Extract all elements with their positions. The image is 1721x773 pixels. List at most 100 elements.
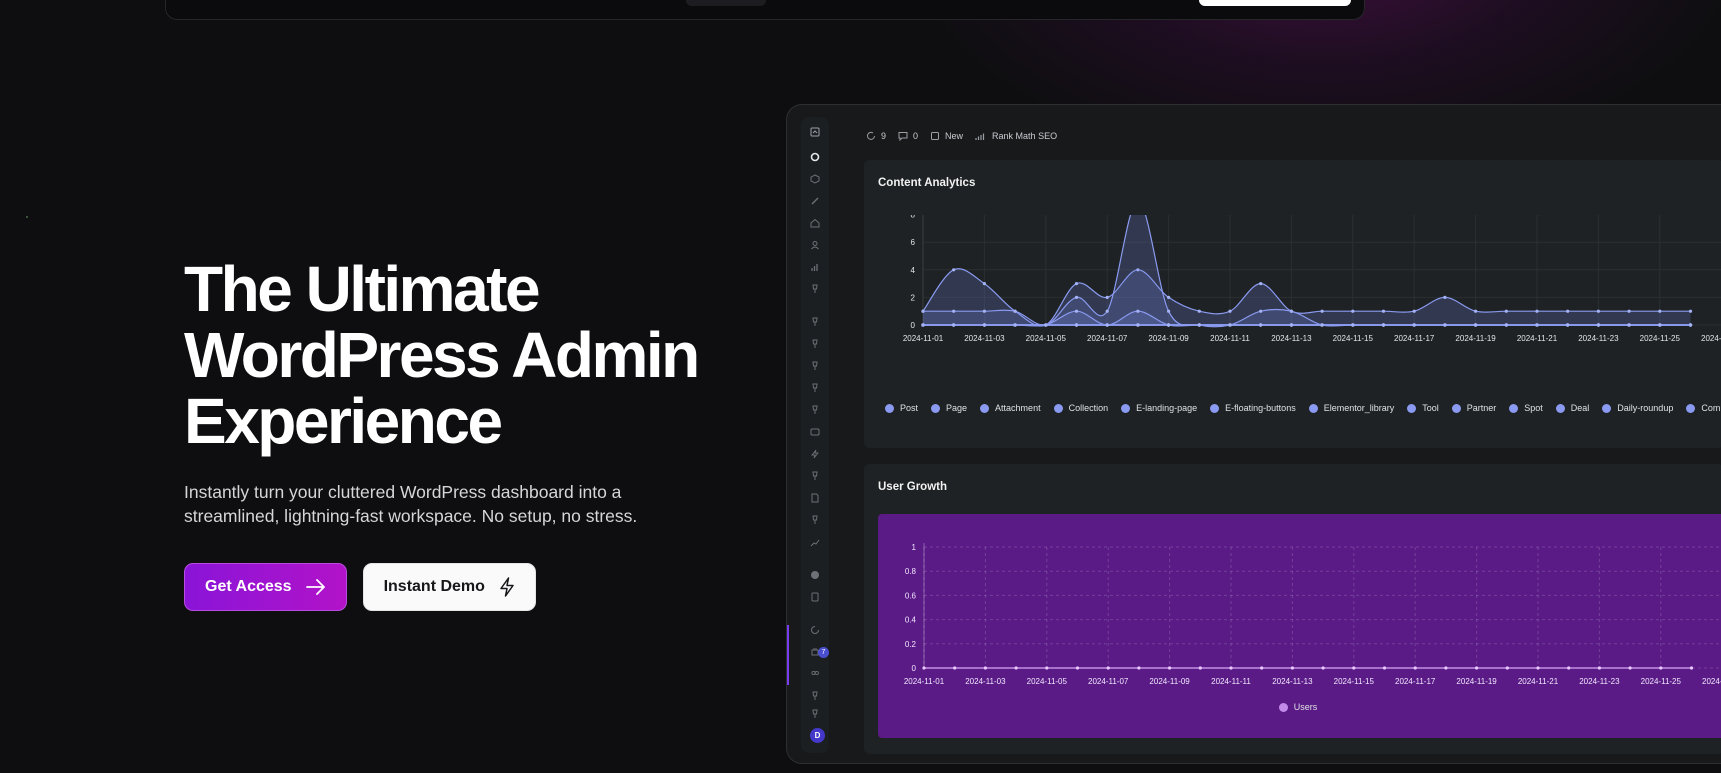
legend-item[interactable]: E-landing-page xyxy=(1121,403,1197,413)
data-point[interactable] xyxy=(1443,323,1447,327)
data-point[interactable] xyxy=(1228,309,1232,313)
data-point[interactable] xyxy=(1352,666,1356,670)
data-point[interactable] xyxy=(1290,666,1294,670)
record-icon[interactable] xyxy=(808,568,822,582)
data-point[interactable] xyxy=(1351,309,1355,313)
data-point[interactable] xyxy=(1259,309,1263,313)
data-point[interactable] xyxy=(1168,666,1172,670)
data-point[interactable] xyxy=(1475,666,1479,670)
pin-icon[interactable] xyxy=(808,381,822,395)
new-item[interactable]: New xyxy=(930,131,963,141)
data-point[interactable] xyxy=(1136,323,1140,327)
data-point[interactable] xyxy=(1474,323,1478,327)
legend-item[interactable]: Page xyxy=(931,403,967,413)
lightning-icon[interactable] xyxy=(808,447,822,461)
nav-cta-button[interactable] xyxy=(1199,0,1351,6)
data-point[interactable] xyxy=(1198,666,1202,670)
data-point[interactable] xyxy=(1596,309,1600,313)
data-point[interactable] xyxy=(921,309,925,313)
dashboard-icon[interactable] xyxy=(808,125,822,139)
data-point[interactable] xyxy=(1045,666,1049,670)
legend-item[interactable]: Tool xyxy=(1407,403,1439,413)
data-point[interactable] xyxy=(982,282,986,286)
data-point[interactable] xyxy=(982,323,986,327)
data-point[interactable] xyxy=(1320,309,1324,313)
users-icon[interactable] xyxy=(808,667,822,681)
nav-menu-item[interactable] xyxy=(686,0,766,6)
data-point[interactable] xyxy=(1013,323,1017,327)
data-point[interactable] xyxy=(1658,323,1662,327)
document-icon[interactable] xyxy=(808,590,822,604)
data-point[interactable] xyxy=(1074,282,1079,286)
data-point[interactable] xyxy=(982,309,986,313)
legend-item[interactable]: Collection xyxy=(1053,403,1108,413)
comments-item[interactable]: 0 xyxy=(898,131,918,141)
pin-icon[interactable] xyxy=(808,513,822,527)
pin-icon[interactable] xyxy=(808,403,822,417)
data-point[interactable] xyxy=(1659,666,1663,670)
updates-item[interactable]: 9 xyxy=(866,131,886,141)
data-point[interactable] xyxy=(1536,666,1540,670)
data-point[interactable] xyxy=(1412,323,1416,327)
data-point[interactable] xyxy=(1167,295,1171,299)
legend-item[interactable]: Spot xyxy=(1509,403,1543,413)
box-icon[interactable] xyxy=(808,172,822,186)
data-point[interactable] xyxy=(1013,309,1017,313)
data-point[interactable] xyxy=(1504,309,1508,313)
data-point[interactable] xyxy=(952,323,956,327)
data-point[interactable] xyxy=(921,323,925,327)
media-icon[interactable] xyxy=(808,425,822,439)
data-point[interactable] xyxy=(1567,666,1571,670)
data-point[interactable] xyxy=(1689,666,1694,670)
data-point[interactable] xyxy=(1259,323,1263,327)
pencil-icon[interactable] xyxy=(808,194,822,208)
legend-item[interactable]: E-floating-buttons xyxy=(1210,403,1296,413)
page-icon[interactable] xyxy=(808,491,822,505)
data-point[interactable] xyxy=(1627,309,1631,313)
data-point[interactable] xyxy=(1596,323,1600,327)
get-access-button[interactable]: Get Access xyxy=(184,563,347,611)
data-point[interactable] xyxy=(1504,323,1508,327)
data-point[interactable] xyxy=(1413,666,1417,670)
data-point[interactable] xyxy=(1688,323,1693,327)
data-point[interactable] xyxy=(1167,323,1171,327)
data-point[interactable] xyxy=(1412,309,1416,313)
data-point[interactable] xyxy=(1505,666,1509,670)
data-point[interactable] xyxy=(1044,323,1048,327)
data-point[interactable] xyxy=(1229,666,1233,670)
data-point[interactable] xyxy=(1566,309,1570,313)
data-point[interactable] xyxy=(1197,323,1201,327)
data-point[interactable] xyxy=(1167,309,1171,313)
data-point[interactable] xyxy=(1688,309,1693,313)
pin-icon[interactable] xyxy=(808,282,822,296)
data-point[interactable] xyxy=(1320,323,1324,327)
data-point[interactable] xyxy=(1105,323,1109,327)
data-point[interactable] xyxy=(1535,323,1539,327)
data-point[interactable] xyxy=(1444,666,1448,670)
data-point[interactable] xyxy=(1137,666,1141,670)
pin-icon[interactable] xyxy=(808,689,822,703)
data-point[interactable] xyxy=(1105,295,1109,299)
data-point[interactable] xyxy=(1381,309,1386,313)
data-point[interactable] xyxy=(1351,323,1355,327)
data-point[interactable] xyxy=(1074,323,1079,327)
palette-icon[interactable] xyxy=(808,623,822,637)
legend-item[interactable]: Elementor_library xyxy=(1308,403,1394,413)
data-point[interactable] xyxy=(1014,666,1018,670)
data-point[interactable] xyxy=(1381,323,1386,327)
instant-demo-button[interactable]: Instant Demo xyxy=(362,563,536,611)
rank-math-item[interactable]: Rank Math SEO xyxy=(975,131,1057,141)
data-point[interactable] xyxy=(1535,309,1539,313)
data-point[interactable] xyxy=(1259,282,1263,286)
avatar[interactable]: D xyxy=(810,728,825,743)
data-point[interactable] xyxy=(1382,666,1387,670)
data-point[interactable] xyxy=(1658,309,1662,313)
user-icon[interactable] xyxy=(808,238,822,252)
data-point[interactable] xyxy=(1628,666,1632,670)
circle-icon[interactable] xyxy=(808,150,822,164)
data-point[interactable] xyxy=(1260,666,1264,670)
data-point[interactable] xyxy=(1627,323,1631,327)
data-point[interactable] xyxy=(1566,323,1570,327)
data-point[interactable] xyxy=(1136,309,1140,313)
data-point[interactable] xyxy=(1321,666,1325,670)
